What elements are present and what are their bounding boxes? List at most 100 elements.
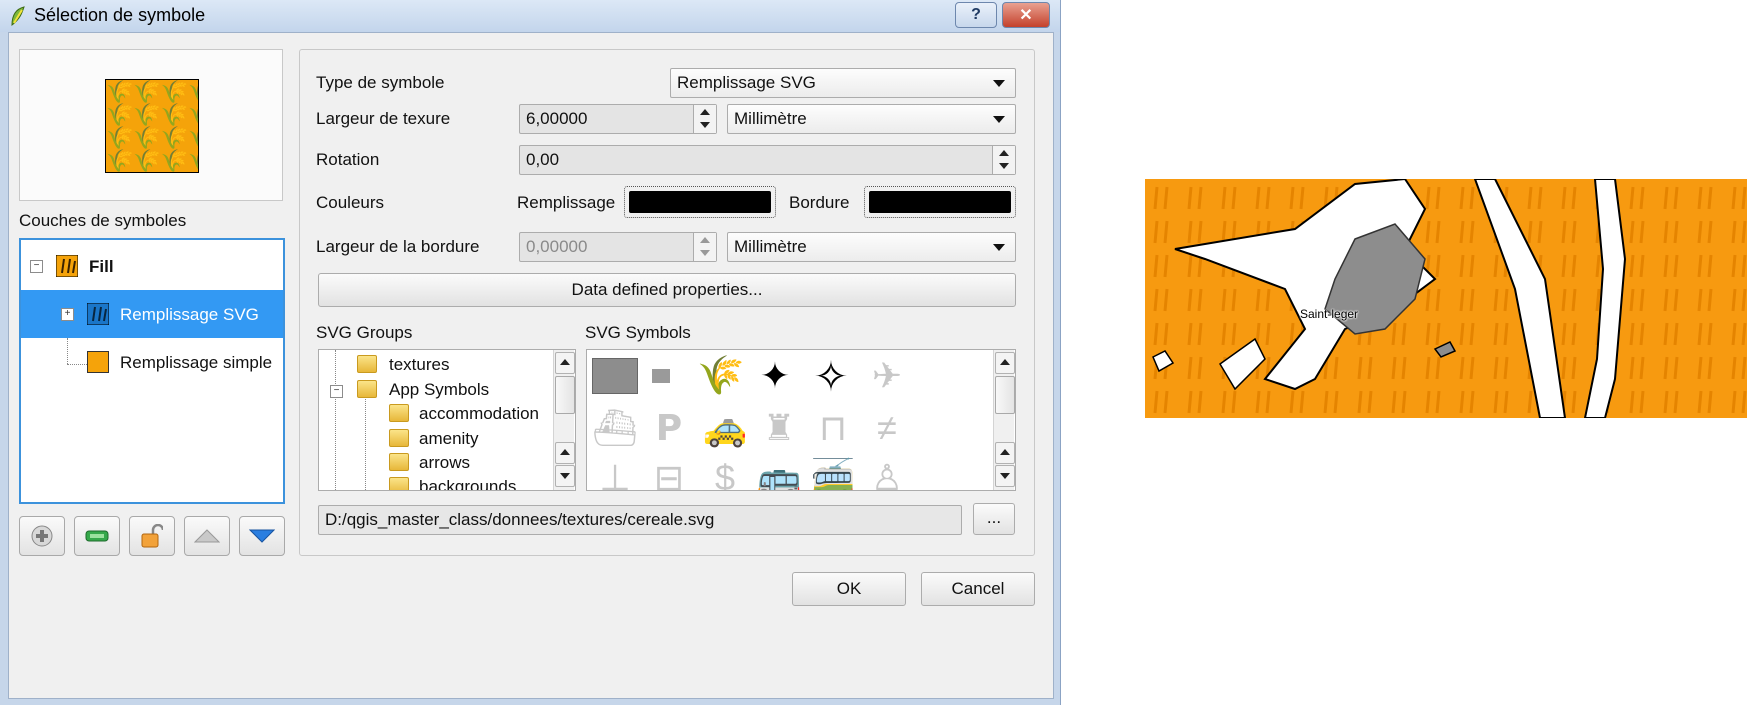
folder-icon xyxy=(357,355,377,373)
map-place-label: Saint-leger xyxy=(1300,307,1359,321)
fill-color-label: Remplissage xyxy=(517,193,616,212)
symbol-arch-icon[interactable]: ⊓ xyxy=(809,404,857,452)
scroll-up-icon[interactable] xyxy=(555,352,575,374)
scroll-up-icon[interactable] xyxy=(555,442,575,464)
texture-width-unit-select[interactable]: Millimètre xyxy=(727,104,1016,134)
symbol-airplane-icon[interactable]: ✈ xyxy=(863,352,911,400)
symbol-texture-stone[interactable] xyxy=(591,352,639,400)
symbol-cross-star-icon[interactable]: ✧ xyxy=(807,352,855,400)
map-canvas xyxy=(1145,179,1747,418)
folder-icon xyxy=(389,404,409,422)
scroll-thumb[interactable] xyxy=(995,376,1015,414)
tree-line xyxy=(67,364,87,366)
close-icon: ✕ xyxy=(1019,7,1033,24)
symbol-bell-icon[interactable]: ♜ xyxy=(755,404,803,452)
tree-item-label: Remplissage SVG xyxy=(120,305,259,324)
svg-group-item[interactable]: backgrounds xyxy=(419,477,516,490)
chevron-down-icon xyxy=(993,116,1005,123)
svg-group-item[interactable]: amenity xyxy=(419,429,479,449)
browse-button[interactable]: ... xyxy=(973,503,1015,535)
svg-symbols-label: SVG Symbols xyxy=(585,323,691,342)
symbol-tram-icon[interactable]: 🚎 xyxy=(809,454,857,490)
move-up-button[interactable] xyxy=(184,516,230,556)
tree-line xyxy=(67,338,69,364)
symbol-star-icon[interactable]: ✦ xyxy=(751,352,799,400)
svg-group-item[interactable]: textures xyxy=(389,355,449,375)
scroll-up-icon[interactable] xyxy=(995,352,1015,374)
symbol-taxi-icon[interactable]: 🚕 xyxy=(701,404,749,452)
add-layer-button[interactable] xyxy=(19,516,65,556)
title-bar: Sélection de symbole ? ✕ xyxy=(0,0,1060,32)
tree-item-svg-fill[interactable]: + Remplissage SVG xyxy=(21,290,283,338)
folder-icon xyxy=(389,477,409,490)
colors-label: Couleurs xyxy=(316,193,385,212)
spin-arrows-icon[interactable] xyxy=(693,105,716,133)
border-width-label: Largeur de la bordure xyxy=(316,237,480,256)
scroll-down-icon[interactable] xyxy=(555,465,575,487)
border-color-label: Bordure xyxy=(789,193,850,212)
help-button[interactable]: ? xyxy=(955,2,997,28)
collapse-icon[interactable]: − xyxy=(330,385,343,398)
symbol-ferry-icon[interactable]: ⛴ xyxy=(591,404,639,452)
svg-group-item[interactable]: App Symbols xyxy=(389,380,489,400)
symbol-hanger-icon[interactable]: ♙ xyxy=(863,454,911,490)
texture-width-value: 6,00000 xyxy=(526,109,588,128)
texture-width-spinbox[interactable]: 6,00000 xyxy=(519,104,717,134)
border-width-unit-select[interactable]: Millimètre xyxy=(727,232,1016,262)
spin-arrows-icon[interactable] xyxy=(693,233,716,261)
triangle-up-icon xyxy=(194,529,220,543)
qgis-logo-icon xyxy=(11,6,25,27)
expand-icon[interactable]: + xyxy=(61,308,74,321)
collapse-icon[interactable]: − xyxy=(30,260,43,273)
tree-line xyxy=(365,390,367,490)
spin-arrows-icon[interactable] xyxy=(992,146,1015,174)
move-down-button[interactable] xyxy=(239,516,285,556)
symbol-barrier-icon[interactable]: ⊟ xyxy=(645,454,693,490)
symbol-not-equal-icon[interactable]: ≠ xyxy=(863,404,911,452)
texture-width-label: Largeur de texure xyxy=(316,109,451,128)
symbol-type-label: Type de symbole xyxy=(316,73,445,92)
border-width-value: 0,00000 xyxy=(526,237,588,256)
svg-group-item[interactable]: accommodation xyxy=(419,404,539,424)
tree-item-fill[interactable]: − Fill xyxy=(21,242,283,290)
ok-button[interactable]: OK xyxy=(792,572,906,606)
close-button[interactable]: ✕ xyxy=(1002,2,1050,28)
border-width-unit: Millimètre xyxy=(734,237,807,256)
symbol-type-value: Remplissage SVG xyxy=(677,73,816,92)
border-width-spinbox[interactable]: 0,00000 xyxy=(519,232,717,262)
cancel-button[interactable]: Cancel xyxy=(921,572,1035,606)
symbol-texture-small[interactable] xyxy=(637,352,685,400)
map-preview: Saint-leger xyxy=(1145,179,1747,418)
rotation-spinbox[interactable]: 0,00 xyxy=(519,145,1016,175)
border-color-button[interactable] xyxy=(864,186,1016,218)
symbol-parking-icon[interactable]: P xyxy=(645,404,693,452)
fill-color-button[interactable] xyxy=(624,186,776,218)
folder-icon xyxy=(389,453,409,471)
symbol-gate-icon[interactable]: ⊥ xyxy=(591,454,639,490)
tree-item-simple-fill[interactable]: Remplissage simple xyxy=(21,338,283,386)
scroll-up-icon[interactable] xyxy=(995,442,1015,464)
svg-path-input[interactable]: D:/qgis_master_class/donnees/textures/ce… xyxy=(318,505,962,535)
rotation-value: 0,00 xyxy=(526,150,560,169)
symbol-type-select[interactable]: Remplissage SVG xyxy=(670,68,1016,98)
texture-width-unit: Millimètre xyxy=(734,109,807,128)
svg-groups-scrollbar[interactable] xyxy=(553,350,575,490)
symbol-preview: 🌾🌾🌾🌾 🌾🌾🌾🌾 🌾🌾🌾🌾 🌾🌾🌾🌾 xyxy=(19,49,283,201)
scroll-thumb[interactable] xyxy=(555,376,575,414)
svg-path-value: D:/qgis_master_class/donnees/textures/ce… xyxy=(325,510,715,529)
remove-layer-button[interactable] xyxy=(74,516,120,556)
svg-symbols-scrollbar[interactable] xyxy=(993,350,1015,490)
lock-layer-button[interactable] xyxy=(129,516,175,556)
data-defined-properties-button[interactable]: Data defined properties... xyxy=(318,273,1016,307)
svg-group-item[interactable]: arrows xyxy=(419,453,470,473)
scroll-down-icon[interactable] xyxy=(995,465,1015,487)
symbol-bus-icon[interactable]: 🚌 xyxy=(755,454,803,490)
chevron-down-icon xyxy=(993,80,1005,87)
symbol-wheat-icon[interactable]: 🌾 xyxy=(697,352,745,400)
svg-symbols-grid: 🌾 ✦ ✧ ✈ ⛴ P 🚕 ♜ ⊓ ≠ ⊥ ⊟ $ 🚌 🚎 ♙ xyxy=(586,349,1016,491)
unlock-icon xyxy=(141,524,163,548)
simple-fill-icon xyxy=(87,351,109,373)
svg-fill-icon xyxy=(87,303,109,325)
symbol-toll-icon[interactable]: $ xyxy=(701,454,749,490)
window-title: Sélection de symbole xyxy=(34,5,206,25)
